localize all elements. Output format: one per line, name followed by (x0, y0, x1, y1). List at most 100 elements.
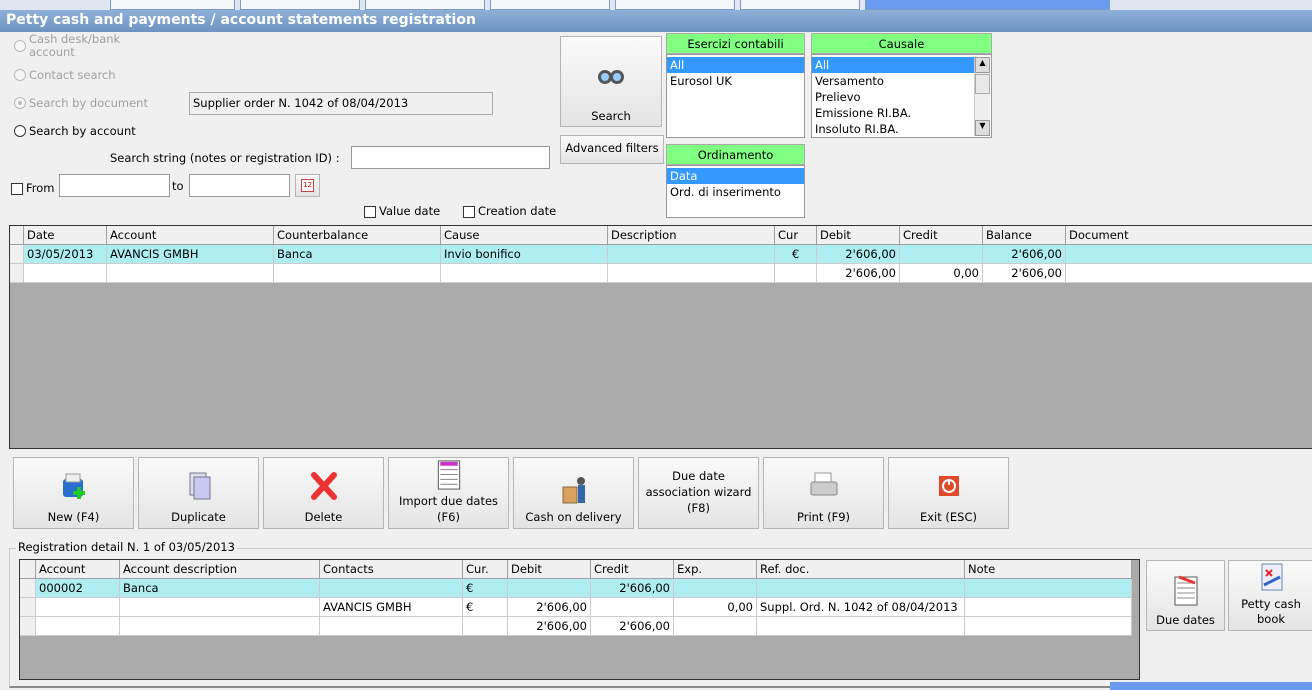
row-selector[interactable] (20, 617, 36, 636)
radio-contact-search[interactable]: Contact search (14, 68, 116, 82)
table-cell: € (463, 579, 508, 598)
table-row[interactable]: AVANCIS GMBH €2'606,00 0,00 Suppl. Ord. N. … (20, 598, 1132, 617)
column-header[interactable]: Ref. doc. (757, 560, 965, 579)
value-date-label: Value date (379, 204, 441, 218)
petty-cash-book-button[interactable]: Petty cash book (1228, 560, 1312, 631)
list-item[interactable]: Ord. di inserimento (667, 184, 804, 200)
table-row[interactable]: 2'606,00 2'606,00 (20, 617, 1132, 636)
exit-icon (938, 476, 959, 496)
column-header[interactable]: Credit (900, 226, 983, 245)
creation-date-label: Creation date (478, 204, 557, 218)
search-button-label: Search (591, 109, 631, 123)
radio-label: Cash desk/bank account (29, 33, 121, 59)
table-cell (1066, 264, 1312, 283)
table-cell (120, 617, 320, 636)
column-header[interactable]: Contacts (320, 560, 463, 579)
delivery-icon (562, 477, 585, 504)
advanced-filters-label: Advanced filters (565, 141, 659, 155)
table-cell: AVANCIS GMBH (107, 245, 274, 264)
table-row[interactable]: 2'606,00 0,00 2'606,00 (10, 264, 1312, 283)
table-cell: 03/05/2013 (24, 245, 107, 264)
list-item[interactable]: Eurosol UK (667, 73, 804, 89)
scrollbar[interactable]: ▲ ▼ (974, 57, 990, 136)
due-dates-button[interactable]: Due dates (1146, 560, 1225, 631)
table-cell (757, 617, 965, 636)
toolbar-button-print-f9[interactable]: Print (F9) (763, 457, 884, 529)
column-header[interactable]: Counterbalance (274, 226, 441, 245)
grid-header: Date Account Counterbalance Cause Descriptio… (10, 226, 1312, 245)
list-item[interactable]: All (812, 57, 974, 73)
column-header[interactable]: Cur. (463, 560, 508, 579)
column-header[interactable]: Cause (441, 226, 608, 245)
list-item[interactable]: Insoluto RI.BA. (812, 121, 974, 137)
duplicate-icon (189, 472, 210, 500)
column-header[interactable]: Account description (120, 560, 320, 579)
registration-detail-legend: Registration detail N. 1 of 03/05/2013 (16, 540, 237, 554)
column-header[interactable]: Account (107, 226, 274, 245)
column-header[interactable]: Account (36, 560, 120, 579)
row-selector[interactable] (20, 579, 36, 598)
table-row[interactable]: 03/05/2013 AVANCIS GMBH Banca Invio bonific… (10, 245, 1312, 264)
to-date-input[interactable] (189, 174, 290, 197)
list-item[interactable]: Emissione RI.BA. (812, 105, 974, 121)
column-header[interactable]: Note (965, 560, 1132, 579)
search-string-input[interactable] (351, 146, 550, 169)
petty-cash-book-icon (1261, 563, 1283, 591)
table-cell: 2'606,00 (817, 245, 900, 264)
causale-list[interactable]: All Versamento Prelievo Emissione RI.BA. Ins… (811, 54, 992, 138)
table-row[interactable]: 000002 Banca €2'606,00 (20, 579, 1132, 598)
column-header[interactable]: Document (1066, 226, 1312, 245)
advanced-filters-button[interactable]: Advanced filters (560, 135, 664, 164)
table-cell (120, 598, 320, 617)
column-header[interactable]: Balance (983, 226, 1066, 245)
toolbar-button-import-due-dates-f6[interactable]: Import due dates (F6) (388, 457, 509, 529)
column-header[interactable]: Debit (817, 226, 900, 245)
radio-search-by-document[interactable]: Search by document (14, 96, 148, 110)
toolbar-button-label: Import due dates (F6) (398, 494, 499, 524)
toolbar-button-new-f4[interactable]: New (F4) (13, 457, 134, 529)
column-header[interactable]: Debit (508, 560, 591, 579)
column-header[interactable]: Description (608, 226, 775, 245)
table-cell: 0,00 (674, 598, 757, 617)
table-cell: 000002 (36, 579, 120, 598)
row-selector[interactable] (20, 598, 36, 617)
toolbar-button-label: Duplicate (171, 510, 226, 524)
calendar-button[interactable]: 12 (295, 174, 320, 197)
ordinamento-list[interactable]: Data Ord. di inserimento (666, 165, 805, 218)
creation-date-checkbox[interactable]: Creation date (463, 204, 556, 218)
list-item[interactable]: Versamento (812, 73, 974, 89)
from-date-input[interactable] (59, 174, 170, 197)
from-checkbox[interactable]: From (11, 181, 55, 195)
toolbar-button-delete[interactable]: Delete (263, 457, 384, 529)
from-label: From (26, 181, 55, 195)
value-date-checkbox[interactable]: Value date (364, 204, 440, 218)
table-cell (608, 264, 775, 283)
radio-cash-desk[interactable]: Cash desk/bank account (14, 33, 134, 59)
table-cell: 2'606,00 (591, 579, 674, 598)
column-header[interactable]: Date (24, 226, 107, 245)
row-selector[interactable] (20, 560, 36, 579)
radio-search-by-account[interactable]: Search by account (14, 124, 136, 138)
causale-panel: Causale All Versamento Prelievo Emissione RI… (811, 33, 992, 139)
column-header[interactable]: Cur (775, 226, 817, 245)
list-item[interactable]: All (667, 57, 804, 73)
detail-grid[interactable]: Account Account description Contacts Cur. De… (19, 559, 1140, 680)
toolbar-button-duplicate[interactable]: Duplicate (138, 457, 259, 529)
toolbar-button-cash-on-delivery[interactable]: Cash on delivery (513, 457, 634, 529)
row-selector[interactable] (10, 226, 24, 245)
row-selector[interactable] (10, 264, 24, 283)
table-cell (36, 598, 120, 617)
registrations-grid[interactable]: Date Account Counterbalance Cause Descriptio… (9, 225, 1312, 449)
list-item[interactable]: Data (667, 168, 804, 184)
column-header[interactable]: Credit (591, 560, 674, 579)
esercizi-list[interactable]: All Eurosol UK (666, 54, 805, 138)
toolbar-button-exit-esc[interactable]: Exit (ESC) (888, 457, 1009, 529)
column-header[interactable]: Exp. (674, 560, 757, 579)
toolbar-button-label: Due date association wizard (F8) (645, 468, 752, 515)
list-item[interactable]: Prelievo (812, 89, 974, 105)
table-cell: 2'606,00 (983, 264, 1066, 283)
search-button[interactable]: Search (560, 36, 662, 127)
row-selector[interactable] (10, 245, 24, 264)
table-cell (107, 264, 274, 283)
toolbar-button-due-date-association-wizard-f8[interactable]: Due date association wizard (F8) (638, 457, 759, 529)
